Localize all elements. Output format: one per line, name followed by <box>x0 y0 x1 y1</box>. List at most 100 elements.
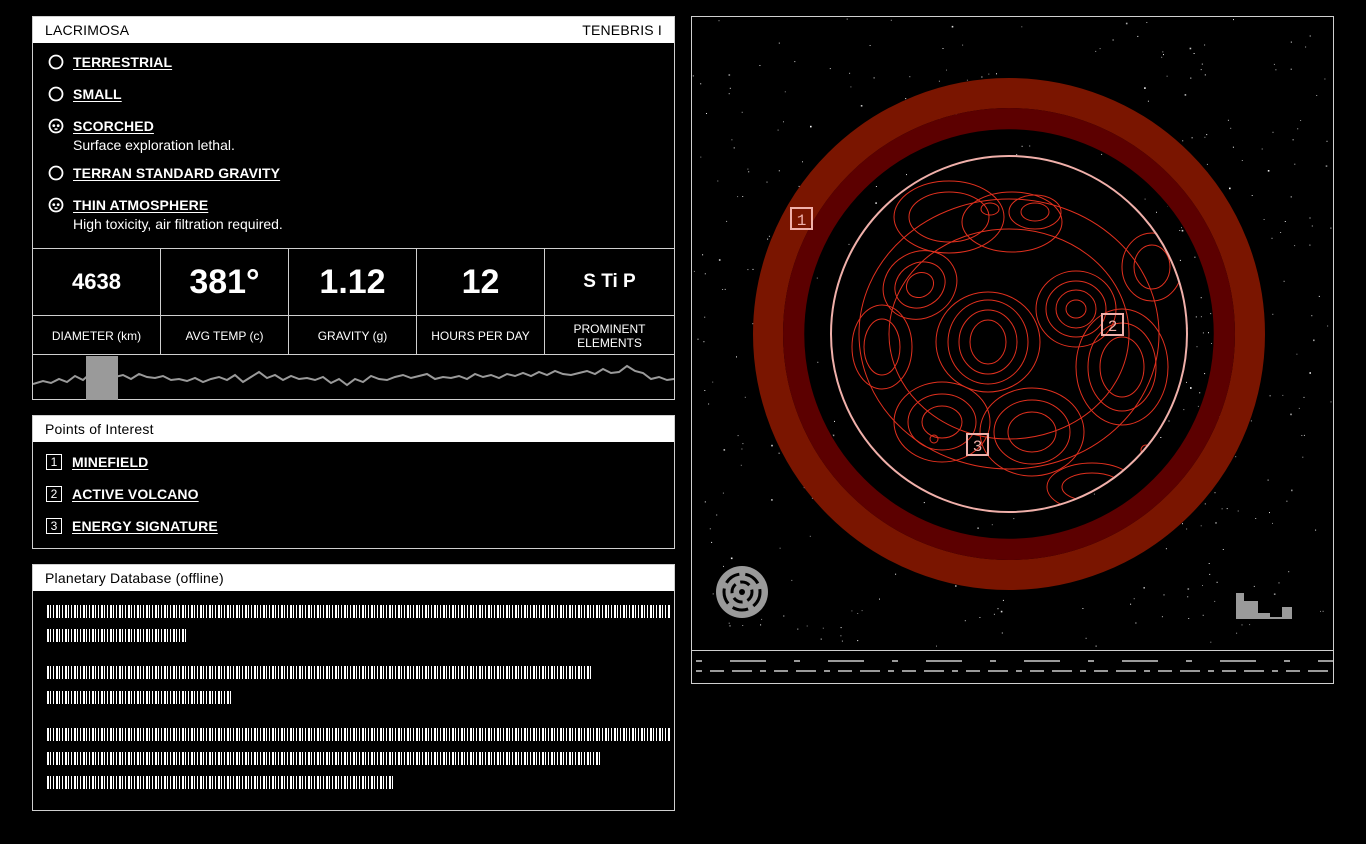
star <box>851 610 853 612</box>
trait-thin-atmosphere[interactable]: THIN ATMOSPHERE High toxicity, air filtr… <box>47 197 283 232</box>
star <box>703 341 705 343</box>
star <box>1209 573 1211 575</box>
star <box>1204 503 1206 505</box>
star <box>700 156 702 158</box>
star <box>1002 599 1004 601</box>
planet-viewer-canvas[interactable]: 1 2 3 <box>692 17 1333 683</box>
star <box>1200 316 1202 318</box>
star <box>1156 211 1157 213</box>
star <box>840 635 842 637</box>
star <box>809 535 811 537</box>
star <box>1206 163 1208 165</box>
poi-item-minefield[interactable]: 1 MINEFIELD <box>46 454 148 470</box>
star <box>923 502 925 504</box>
circle-icon <box>48 54 64 70</box>
star <box>1232 146 1234 148</box>
star <box>942 48 944 49</box>
star <box>964 620 966 622</box>
poi-number: 2 <box>46 486 62 502</box>
star <box>909 76 911 78</box>
star <box>1229 187 1231 190</box>
star <box>1179 230 1181 231</box>
trait-terran-standard-gravity[interactable]: TERRAN STANDARD GRAVITY <box>47 165 280 182</box>
star <box>742 196 744 197</box>
trait-scorched[interactable]: SCORCHED Surface exploration lethal. <box>47 118 235 153</box>
star <box>1181 229 1184 232</box>
star <box>1186 528 1188 530</box>
star <box>759 65 761 66</box>
trait-description: High toxicity, air filtration required. <box>73 216 283 232</box>
star <box>962 44 964 46</box>
star <box>1179 259 1181 261</box>
star <box>1326 140 1328 142</box>
star <box>1311 315 1313 317</box>
poi-title: Points of Interest <box>45 421 154 437</box>
star <box>723 449 726 451</box>
star <box>869 45 871 46</box>
star <box>1182 140 1184 142</box>
star <box>1202 614 1204 616</box>
star <box>849 72 851 74</box>
star <box>771 499 773 501</box>
star <box>955 585 957 587</box>
star <box>778 452 780 454</box>
star <box>1222 549 1224 550</box>
trait-name: TERRAN STANDARD GRAVITY <box>73 165 281 181</box>
star <box>752 268 754 270</box>
planet-info-panel: LACRIMOSA TENEBRIS I TERRESTRIAL SMALL S… <box>32 16 675 400</box>
redacted-text-line <box>47 666 592 679</box>
stat-value: 4638 <box>72 269 121 294</box>
star <box>1309 35 1311 37</box>
planet-globe[interactable] <box>753 78 1265 590</box>
planet-name: LACRIMOSA <box>45 22 130 38</box>
poi-label: MINEFIELD <box>72 454 149 470</box>
star <box>1303 396 1305 398</box>
star <box>857 640 859 642</box>
star <box>829 68 831 70</box>
star <box>1194 256 1196 258</box>
star <box>1320 610 1321 612</box>
stat-label: DIAMETER (km) <box>33 315 160 355</box>
star <box>1211 343 1212 344</box>
star <box>1290 41 1292 43</box>
star <box>817 361 819 363</box>
stat-label: GRAVITY (g) <box>289 315 416 355</box>
star <box>1208 563 1210 564</box>
star <box>988 73 990 75</box>
star <box>712 381 714 383</box>
star <box>726 220 728 222</box>
star <box>1253 585 1255 587</box>
star <box>1093 493 1095 495</box>
trait-small[interactable]: SMALL <box>47 86 122 103</box>
poi-item-active-volcano[interactable]: 2 ACTIVE VOLCANO <box>46 486 199 502</box>
star <box>1165 548 1167 550</box>
trait-description: Surface exploration lethal. <box>73 137 235 153</box>
star <box>1095 50 1097 52</box>
star <box>1190 387 1192 389</box>
poi-marker-number: 3 <box>973 438 983 456</box>
star <box>1166 75 1168 77</box>
star <box>693 270 695 272</box>
star <box>1290 413 1292 416</box>
star <box>1300 120 1302 121</box>
planet-viewer-panel: 1 2 3 <box>691 16 1334 684</box>
star <box>1133 598 1135 600</box>
star <box>1251 195 1253 196</box>
star <box>1130 603 1132 605</box>
signal-bars-icon <box>1236 593 1292 619</box>
star <box>729 87 731 89</box>
rotate-planet-icon[interactable] <box>716 566 768 618</box>
star <box>1183 409 1185 411</box>
star <box>1147 100 1149 102</box>
star <box>1204 44 1206 46</box>
poi-number: 1 <box>46 454 62 470</box>
star <box>728 622 730 624</box>
trait-terrestrial[interactable]: TERRESTRIAL <box>47 54 172 71</box>
star <box>747 168 749 170</box>
poi-item-energy-signature[interactable]: 3 ENERGY SIGNATURE <box>46 518 218 534</box>
star <box>1297 128 1299 130</box>
terrain-selection-marker[interactable] <box>86 356 118 400</box>
star <box>1199 392 1201 394</box>
star <box>1099 48 1101 50</box>
star <box>1273 63 1275 65</box>
